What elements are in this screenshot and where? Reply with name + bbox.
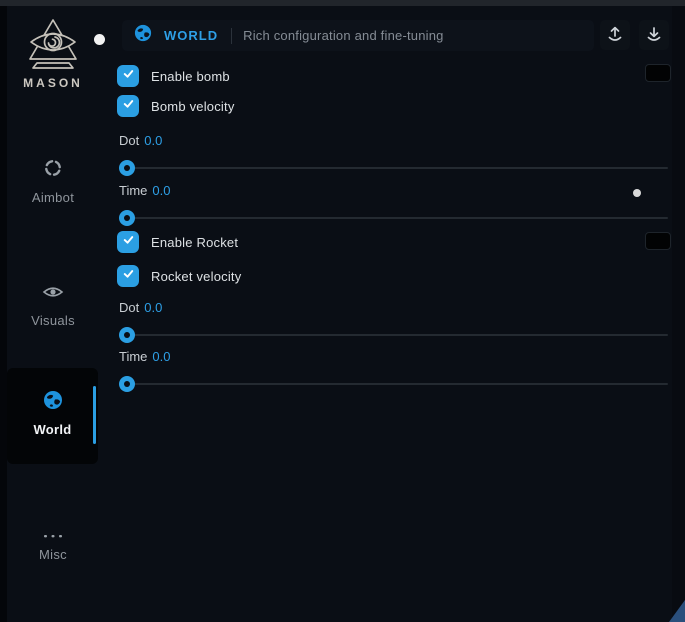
sidebar-item-label: Aimbot [32,190,74,205]
enable-bomb-row: Enable bomb [117,65,230,87]
sidebar-item-aimbot[interactable]: Aimbot [7,158,99,207]
rocket-dot-slider-group: Dot 0.0 [119,300,668,343]
slider-value: 0.0 [144,300,162,315]
slider-track[interactable] [119,334,668,336]
slider-label: Time [119,183,147,198]
enable-rocket-checkbox[interactable] [117,231,139,253]
bomb-dot-slider-group: Dot 0.0 [119,133,668,176]
checkbox-label: Rocket velocity [151,269,241,284]
import-config-button[interactable] [639,20,669,50]
bomb-time-slider[interactable] [119,210,668,226]
slider-label-row: Dot 0.0 [119,133,668,149]
slider-track[interactable] [119,167,668,169]
slider-label: Dot [119,300,139,315]
bomb-color-swatch[interactable] [645,64,671,82]
enable-rocket-row: Enable Rocket [117,231,238,253]
rocket-velocity-row: Rocket velocity [117,265,241,287]
cursor-dot [94,34,105,45]
slider-label-row: Dot 0.0 [119,300,668,316]
bomb-velocity-row: Bomb velocity [117,95,235,117]
slider-label: Time [119,349,147,364]
globe-icon [134,24,152,47]
checkmark-icon [122,97,135,115]
upload-icon [606,25,624,46]
logo: MASON [7,18,99,90]
crosshair-icon [7,158,99,183]
slider-thumb[interactable] [119,210,135,226]
background-right-strip [672,6,685,622]
rocket-velocity-checkbox[interactable] [117,265,139,287]
sidebar-item-world-content: World [7,390,98,439]
pyramid-eye-icon [7,18,99,72]
sidebar-item-label: Misc [39,547,67,562]
slider-label-row: Time 0.0 [119,183,668,199]
download-icon [645,25,663,46]
checkbox-label: Enable bomb [151,69,230,84]
sidebar-item-world-active[interactable]: World [7,368,98,464]
slider-thumb[interactable] [119,160,135,176]
sidebar-item-visuals[interactable]: Visuals [7,283,99,330]
slider-value: 0.0 [152,183,170,198]
bomb-velocity-checkbox[interactable] [117,95,139,117]
sidebar-item-label: Visuals [31,313,75,328]
slider-track[interactable] [119,383,668,385]
page-header: WORLD Rich configuration and fine-tuning [122,20,594,51]
checkmark-icon [122,233,135,251]
bomb-dot-slider[interactable] [119,160,668,176]
page-title: WORLD [164,28,218,43]
slider-label-row: Time 0.0 [119,349,668,365]
sidebar-item-label: World [33,422,71,437]
cursor-dot-small [633,189,641,197]
globe-icon [43,390,63,415]
slider-thumb[interactable] [119,376,135,392]
checkmark-icon [122,67,135,85]
mason-menu-window: MASON Aimbot Visuals [0,0,685,622]
rocket-time-slider-group: Time 0.0 [119,349,668,392]
enable-bomb-checkbox[interactable] [117,65,139,87]
eye-icon [7,283,99,306]
slider-thumb[interactable] [119,327,135,343]
export-config-button[interactable] [600,20,630,50]
checkbox-label: Bomb velocity [151,99,235,114]
page-subtitle: Rich configuration and fine-tuning [243,28,443,43]
logo-text: MASON [7,76,99,90]
slider-label: Dot [119,133,139,148]
rocket-dot-slider[interactable] [119,327,668,343]
sidebar-item-misc[interactable]: Misc [7,530,99,564]
rocket-time-slider[interactable] [119,376,668,392]
rocket-color-swatch[interactable] [645,232,671,250]
background-corner-shape [669,600,685,622]
sidebar: MASON Aimbot Visuals [0,0,112,622]
header-divider [231,28,232,44]
ellipsis-icon [7,530,99,540]
bomb-time-slider-group: Time 0.0 [119,183,668,226]
active-tab-indicator [93,386,96,444]
slider-value: 0.0 [152,349,170,364]
checkmark-icon [122,267,135,285]
checkbox-label: Enable Rocket [151,235,238,250]
slider-value: 0.0 [144,133,162,148]
slider-track[interactable] [119,217,668,219]
